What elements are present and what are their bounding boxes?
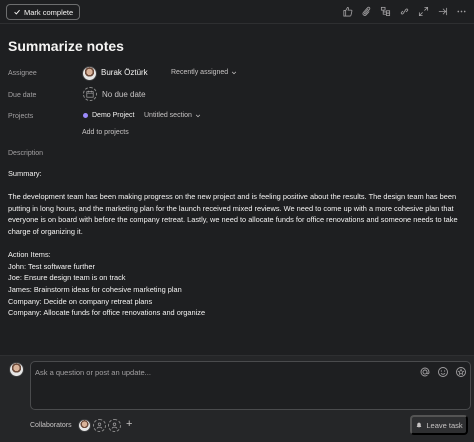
calendar-icon[interactable] <box>83 87 97 101</box>
project-color-dot <box>83 113 88 118</box>
expand-icon[interactable] <box>417 5 430 18</box>
subtasks-icon[interactable] <box>379 5 392 18</box>
attachment-icon[interactable] <box>360 5 373 18</box>
project-name: Demo Project <box>92 112 135 119</box>
mark-complete-label: Mark complete <box>24 7 74 17</box>
current-user-avatar <box>9 362 24 377</box>
star-icon[interactable] <box>455 366 467 378</box>
due-date-value[interactable]: No due date <box>102 90 146 99</box>
assignee-label: Assignee <box>8 70 37 77</box>
comment-tools <box>419 366 467 378</box>
task-title[interactable]: Summarize notes <box>8 38 124 54</box>
thumbs-up-icon[interactable] <box>341 5 354 18</box>
assignee-avatar[interactable] <box>82 66 97 81</box>
leave-task-label: Leave task <box>426 420 463 430</box>
task-header: Mark complete <box>0 0 474 24</box>
bell-icon <box>416 422 422 429</box>
add-collaborator-icon[interactable] <box>93 419 106 432</box>
chevron-down-icon <box>195 114 200 117</box>
arrow-right-icon[interactable] <box>436 5 449 18</box>
more-icon[interactable] <box>455 5 468 18</box>
project-item[interactable]: Demo Project <box>83 112 134 119</box>
recently-assigned-dropdown[interactable]: Recently assigned <box>171 69 237 76</box>
mark-complete-button[interactable]: Mark complete <box>6 4 81 20</box>
emoji-icon[interactable] <box>437 366 449 378</box>
description-text[interactable]: Summary: The development team has been m… <box>8 168 468 319</box>
task-toolbar <box>341 5 468 18</box>
recently-assigned-label: Recently assigned <box>171 69 229 76</box>
projects-label: Projects <box>8 113 34 120</box>
mention-icon[interactable] <box>419 366 431 378</box>
due-date-label: Due date <box>8 92 37 99</box>
check-icon <box>14 9 20 15</box>
assignee-name[interactable]: Burak Öztürk <box>101 68 148 77</box>
chevron-down-icon <box>232 71 237 74</box>
leave-task-button[interactable]: Leave task <box>410 415 468 435</box>
link-icon[interactable] <box>398 5 411 18</box>
add-collaborator-icon[interactable] <box>108 419 121 432</box>
plus-icon[interactable]: + <box>126 418 132 430</box>
project-section-label: Untitled section <box>144 112 192 119</box>
comment-input[interactable] <box>35 368 395 377</box>
collaborator-avatar[interactable] <box>78 419 91 432</box>
collaborators-label: Collaborators <box>30 422 72 429</box>
project-section-dropdown[interactable]: Untitled section <box>144 112 201 119</box>
add-to-projects-link[interactable]: Add to projects <box>82 129 129 136</box>
description-label: Description <box>8 150 44 157</box>
